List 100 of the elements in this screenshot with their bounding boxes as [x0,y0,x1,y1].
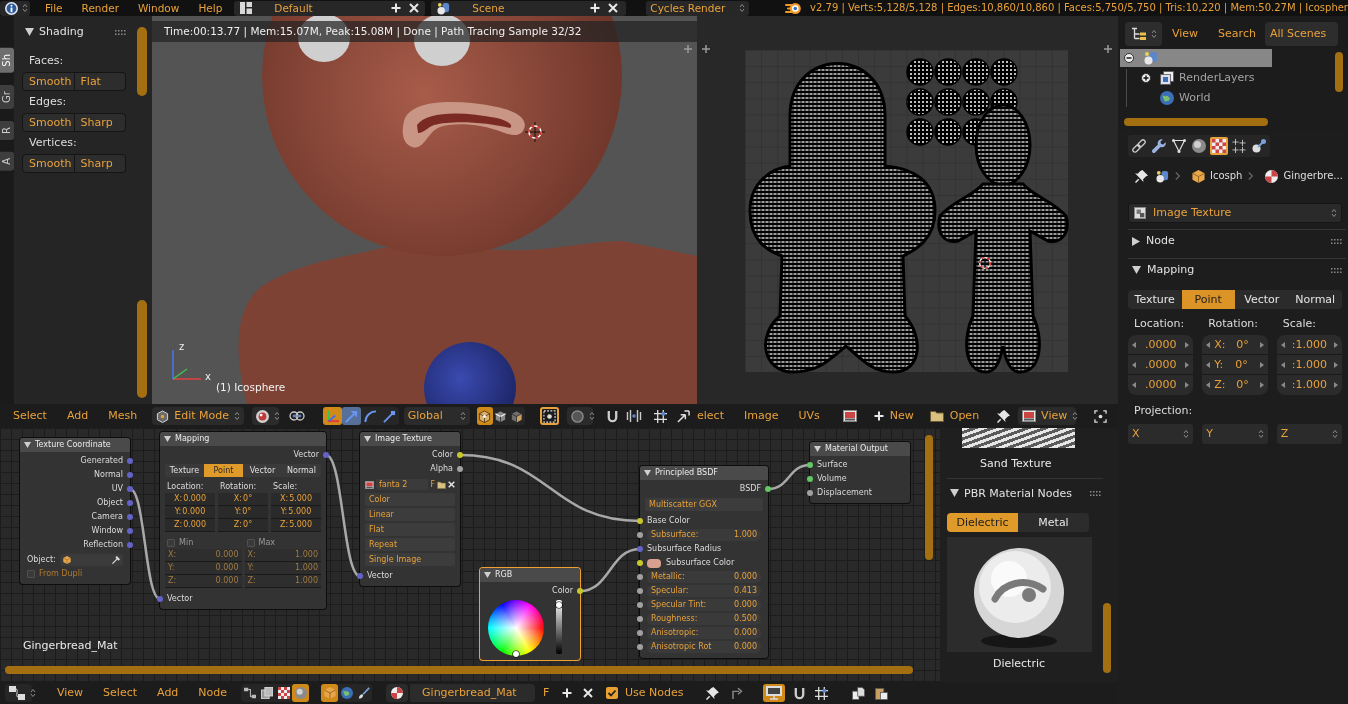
menu-item[interactable]: Add [66,409,89,423]
input-socket-icon[interactable] [637,588,643,594]
arrow-left-icon[interactable] [1280,382,1285,388]
scrollbar-thumb[interactable] [1124,118,1268,126]
collapse-triangle-icon[interactable] [164,436,171,442]
node-header[interactable]: Image Texture [360,432,460,446]
grip-icon[interactable] [1331,267,1342,273]
grip-icon[interactable] [115,29,126,35]
arrow-left-icon[interactable] [1206,341,1211,348]
node-header[interactable]: Material Output [810,442,910,456]
tool-shelf-tab[interactable]: A [0,151,14,171]
bars-icon[interactable] [626,409,642,423]
input-socket-icon[interactable] [637,532,643,538]
panel-title[interactable]: Node [1146,234,1175,248]
view-mode-dropdown[interactable]: View [1018,407,1077,425]
value-field[interactable]: Anisotropic Rot 0.000 [647,641,761,653]
number-field[interactable]: Y:0° [218,506,268,519]
texture-thumbnail[interactable] [962,428,1075,448]
output-socket-icon[interactable] [577,588,583,594]
menu-item[interactable]: Select [13,409,47,423]
toggle-button[interactable]: Smooth [22,72,75,91]
number-field[interactable]: X:0.000 [165,493,215,506]
scene-selector[interactable]: Scene [431,0,627,16]
corner-arrows-icon[interactable] [677,409,690,423]
scrollbar-thumb[interactable] [1335,52,1343,92]
input-socket-icon[interactable] [807,476,813,482]
scene-icon[interactable] [437,1,451,15]
image-texture-node[interactable]: Image Texture Color Alpha fanta 2 F Color Linear Flat Repeat Single Image Vector [360,432,460,586]
menu-item[interactable]: View [57,686,84,700]
material-preview-drawing[interactable] [947,537,1092,653]
menu-item[interactable]: Mesh [108,409,138,423]
scene-name-field[interactable]: Scene [472,1,505,15]
panel-title[interactable]: PBR Material Nodes [964,486,1072,500]
disclosure-triangle-icon[interactable] [25,28,34,36]
number-field[interactable]: X: 0° [1202,335,1268,355]
properties-tab[interactable] [1130,137,1148,155]
grid-icon[interactable] [654,409,667,423]
expander-icon[interactable] [1141,73,1151,83]
node-tree-type-button[interactable] [258,684,276,702]
properties-tab[interactable] [1190,137,1208,155]
menu-item[interactable]: Select [103,686,138,700]
properties-tab[interactable] [1250,137,1268,155]
arrow-right-icon[interactable] [1185,341,1190,348]
fake-user-button[interactable]: F [540,686,553,700]
number-field[interactable]: .0000 [1128,355,1194,375]
menu-item[interactable]: Render [81,1,119,15]
collapse-triangle-icon[interactable] [814,446,821,452]
projection-dropdown[interactable]: Z [1276,424,1342,444]
dropdown[interactable]: Flat [365,523,455,536]
projection-dropdown[interactable]: Y [1202,424,1268,444]
number-field[interactable]: X:0° [218,493,268,506]
screen-selector[interactable]: Default [234,0,426,16]
texture-slot-field[interactable]: Image Texture [1128,203,1342,223]
grip-icon[interactable] [1331,238,1342,244]
dropdown[interactable]: Single Image [365,553,455,566]
node-header[interactable]: RGB [480,568,580,582]
disclosure-triangle-icon[interactable] [950,489,959,498]
value-field[interactable]: Subsurface: 1.000 [647,529,761,541]
input-socket-icon[interactable] [637,630,643,636]
scrollbar-thumb[interactable] [5,666,913,674]
display-mode-dropdown[interactable]: All Scenes [1264,22,1338,46]
arrow-right-icon[interactable] [1185,382,1190,388]
proportional-editing-dropdown[interactable] [567,407,593,425]
tool-shelf-tab[interactable]: R [0,120,14,140]
brightness-slider[interactable] [556,600,562,654]
image-name-field[interactable]: fanta 2 [376,479,429,490]
grip-icon[interactable] [1090,490,1101,496]
rgb-node[interactable]: RGB Color [480,568,580,660]
disclosure-triangle-icon[interactable] [1132,236,1140,246]
outliner-row[interactable]: RenderLayers [1127,69,1270,87]
menu-item[interactable]: Node [198,686,228,700]
projection-dropdown[interactable]: X [1128,424,1194,444]
mapping-type-tab[interactable]: Point [1181,290,1235,309]
panel-title[interactable]: Mapping [1147,263,1195,277]
material-type-tab[interactable]: Metal [1018,513,1089,533]
node-header[interactable]: Mapping [160,432,326,446]
dropdown[interactable]: Repeat [365,538,455,551]
backdrop-toggle[interactable] [762,684,785,702]
input-socket-icon[interactable] [637,574,643,580]
toggle-button[interactable]: Flat [74,72,126,91]
number-field[interactable]: Y:5.000 [271,506,321,519]
input-socket-icon[interactable] [357,573,363,579]
value-field[interactable]: Anisotropic: 0.000 [647,627,761,639]
number-field[interactable]: Z:0.000 [165,519,215,532]
new-image-button[interactable]: New [869,407,918,425]
principled-bsdf-node[interactable] [640,466,768,658]
close-icon[interactable] [409,3,420,13]
scrollbar-thumb[interactable] [137,27,147,96]
material-output-node[interactable]: Material Output Surface Volume Displacement [810,442,910,503]
use-nodes-checkbox[interactable]: Use Nodes [606,686,684,700]
close-icon[interactable] [448,481,455,488]
arrow-left-icon[interactable] [1206,382,1211,388]
material-browse-button[interactable] [386,684,409,702]
mapping-type-tab[interactable]: Normal [1288,290,1342,309]
magnet-icon[interactable] [606,409,619,423]
number-field[interactable]: .0000 [1128,335,1194,355]
menu-item[interactable]: UVs [798,409,820,423]
limit-checkbox[interactable]: Min [165,536,242,549]
picker-handle[interactable] [513,651,519,657]
menu-item[interactable]: Search [1218,27,1256,41]
